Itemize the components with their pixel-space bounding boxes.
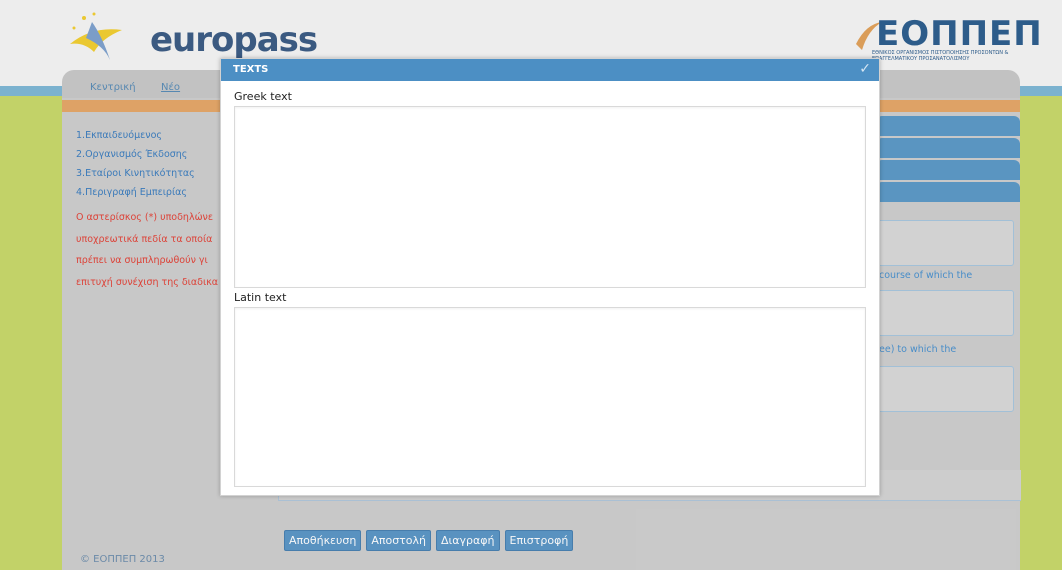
checkmark-close-icon[interactable]: ✓ [859, 61, 871, 77]
greek-text-label: Greek text [234, 90, 292, 103]
greek-text-input[interactable] [234, 106, 866, 288]
latin-text-input[interactable] [234, 307, 866, 487]
dialog-title: TEXTS [233, 64, 269, 75]
latin-text-label: Latin text [234, 291, 287, 304]
dialog-header: TEXTS ✓ [221, 59, 879, 81]
texts-dialog: TEXTS ✓ Greek text Latin text [220, 58, 880, 496]
